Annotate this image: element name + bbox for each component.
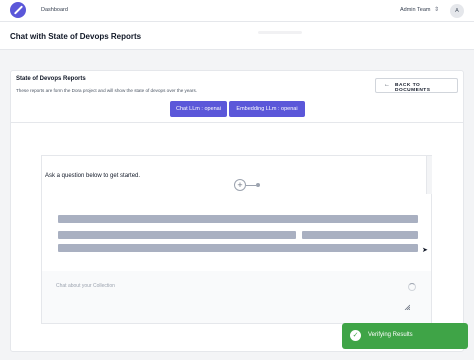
chat-llm-badge[interactable]: Chat LLm : openai [170,101,227,117]
scrollbar[interactable] [426,156,432,194]
chat-messages-area: Ask a question below to get started. + [42,156,426,221]
collection-title: State of Devops Reports [16,76,86,82]
embedding-llm-badge[interactable]: Embedding LLm : openai [229,101,305,117]
chevron-updown-icon[interactable]: ⇕ [434,6,439,13]
chat-input[interactable] [56,279,376,293]
user-avatar[interactable]: A [450,4,464,18]
loading-skeleton-line [302,231,418,239]
app-logo-icon[interactable] [10,2,26,18]
team-switcher[interactable]: Admin Team [400,7,430,13]
back-to-documents-button[interactable]: ← BACK TO DOCUMENTS [375,78,458,93]
page-header: Chat with State of Devops Reports [0,22,474,50]
arrow-left-icon: ← [384,82,390,88]
spinner-icon [408,283,416,291]
collection-header: State of Devops Reports These reports ar… [11,71,463,123]
chat-empty-prompt: Ask a question below to get started. [45,173,141,179]
connector-line [246,185,256,186]
toast-message: Verifying Results [368,332,413,338]
nav-link-dashboard[interactable]: Dashboard [41,7,68,13]
collection-card: State of Devops Reports These reports ar… [10,70,464,352]
loading-skeleton-line [58,231,296,239]
back-to-documents-label: BACK TO DOCUMENTS [395,83,431,93]
mouse-cursor-icon: ➤ [422,247,428,254]
plus-circle-icon[interactable]: + [234,179,246,191]
chat-input-area [42,271,431,323]
check-circle-icon: ✓ [350,330,361,341]
success-toast[interactable]: ✓ Verifying Results [342,323,468,349]
loading-skeleton-line [58,244,418,252]
connector-dot-icon [256,183,260,187]
top-navbar: Dashboard Admin Team ⇕ A [0,0,474,22]
collection-description: These reports are form the Dora project … [16,88,198,93]
chat-panel: Ask a question below to get started. + ➤ [41,155,432,324]
resize-handle-icon[interactable] [404,304,410,310]
header-divider [258,31,302,34]
loading-skeleton-line [58,215,418,223]
page-title: Chat with State of Devops Reports [10,32,142,41]
